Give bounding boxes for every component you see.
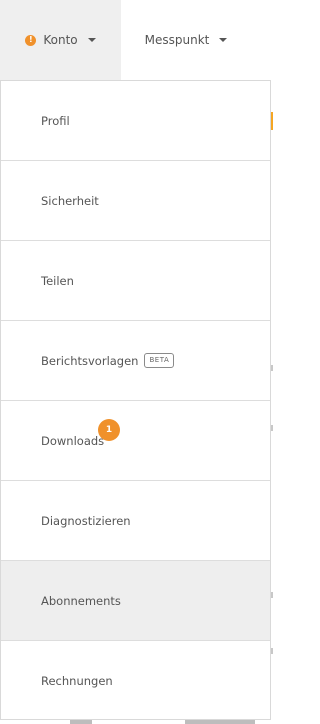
menu-item-teilen[interactable]: Teilen [1,241,270,321]
menu-item-label: Diagnostizieren [41,513,131,528]
menu-item-label: Downloads [41,433,105,448]
exclamation-circle-icon: ! [25,34,37,46]
chevron-down-icon [87,38,96,42]
nav-tab-konto[interactable]: ! Konto [0,0,121,80]
nav-tab-messpunkt[interactable]: Messpunkt [121,0,251,80]
menu-item-label: Berichtsvorlagen [41,353,139,368]
menu-item-downloads[interactable]: Downloads 1 [1,401,270,481]
top-nav: ! Konto Messpunkt [0,0,273,80]
menu-item-abonnements[interactable]: Abonnements [1,561,270,641]
nav-tab-konto-label: Konto [43,33,78,47]
menu-item-label: Profil [41,113,70,128]
menu-item-label: Sicherheit [41,193,99,208]
menu-item-profil[interactable]: Profil [1,81,270,161]
account-dropdown-menu: Profil Sicherheit Teilen Berichtsvorlage… [0,80,271,720]
menu-item-label: Rechnungen [41,674,113,688]
menu-item-label: Teilen [41,273,74,288]
menu-item-label: Abonnements [41,593,121,608]
menu-item-sicherheit[interactable]: Sicherheit [1,161,270,241]
menu-item-rechnungen[interactable]: Rechnungen [1,641,270,721]
notification-count-badge: 1 [98,419,120,441]
menu-item-berichtsvorlagen[interactable]: Berichtsvorlagen BETA [1,321,270,401]
page: ! Konto Messpunkt Profil Sicherheit Teil… [0,0,273,724]
beta-badge: BETA [144,353,175,368]
chevron-down-icon [219,38,228,42]
nav-tab-messpunkt-label: Messpunkt [144,33,210,47]
menu-item-diagnostizieren[interactable]: Diagnostizieren [1,481,270,561]
